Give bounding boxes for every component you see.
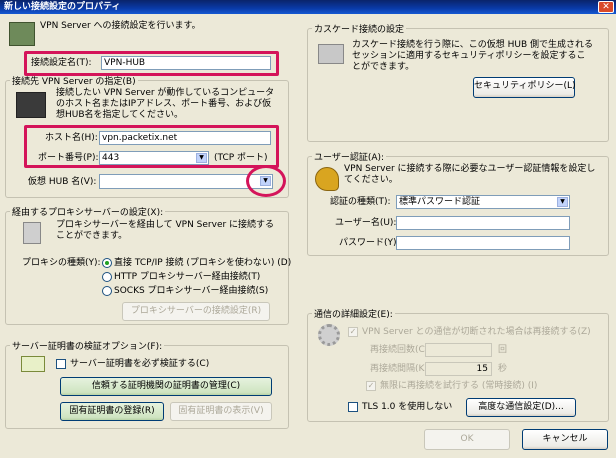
cancel-button[interactable]: キャンセル [522,429,608,450]
proxy-radio-direct[interactable] [102,258,112,268]
proxy-radio-socks[interactable] [102,286,112,296]
cascade-icon [318,44,344,64]
host-label: ホスト名(H): [45,133,98,143]
proxy-server-icon [23,222,41,244]
reconnect-label[interactable]: VPN Server との通信が切断された場合は再接続する(Z) [362,326,591,338]
proxy-type-label: プロキシの種類(Y): [22,258,101,268]
certificate-icon [21,356,45,372]
key-icon [315,167,339,191]
reconnect-interval-label: 再接続間隔(K): [370,364,431,374]
proxy-option-direct[interactable]: 直接 TCP/IP 接続 (プロキシを使わない) (D) [114,257,291,269]
username-input[interactable] [396,216,570,230]
port-note: (TCP ポート) [214,153,268,163]
verify-cert-label[interactable]: サーバー証明書を必ず検証する(C) [70,358,209,370]
port-select[interactable]: 443 ▼ [99,151,209,165]
chevron-down-icon[interactable]: ▼ [196,153,207,163]
register-cert-button[interactable]: 固有証明書の登録(R) [60,402,164,421]
auth-description: VPN Server に接続する際に必要なユーザー認証情報を設定してください。 [344,164,596,185]
reconnect-count-unit: 回 [498,345,508,355]
cascade-group-legend: カスケード接続の設定 [314,25,405,35]
gear-icon [318,324,340,346]
password-label: パスワード(Y): [339,238,400,248]
reconnect-interval-unit: 秒 [498,364,508,374]
intro-text: VPN Server への接続設定を行います。 [40,21,201,31]
tls-label[interactable]: TLS 1.0 を使用しない [362,401,452,413]
proxy-radio-http[interactable] [102,272,112,282]
server-icon [16,92,46,118]
highlight-hub-dropdown [246,165,286,197]
cert-group-legend: サーバー証明書の検証オプション(F): [12,342,163,352]
advanced-settings-button[interactable]: 高度な通信設定(D)... [466,398,576,417]
view-cert-button[interactable]: 固有証明書の表示(V) [170,402,272,421]
auth-group-legend: ユーザー認証(A): [314,153,385,163]
host-input[interactable]: vpn.packetix.net [99,131,271,145]
server-description: 接続したい VPN Server が動作しているコンピュータのホスト名またはIP… [56,88,275,120]
window-title: 新しい接続設定のプロパティ [0,0,616,14]
trusted-ca-button[interactable]: 信頼する証明機関の証明書の管理(C) [60,377,272,396]
proxy-group-legend: 経由するプロキシサーバーの設定(X): [12,208,164,218]
auth-type-select[interactable]: 標準パスワード認証 ▼ [396,195,570,209]
infinite-reconnect-label[interactable]: 無限に再接続を試行する (常時接続) (I) [380,380,537,392]
ok-button[interactable]: OK [424,429,510,450]
close-button[interactable]: ✕ [598,1,614,13]
username-label: ユーザー名(U): [335,218,397,228]
auth-type-label: 認証の種類(T): [330,197,391,207]
proxy-option-http[interactable]: HTTP プロキシサーバー経由接続(T) [114,271,260,283]
password-input[interactable] [396,236,570,250]
reconnect-interval-input[interactable]: 15 [425,362,492,376]
port-value: 443 [102,153,120,163]
verify-cert-checkbox[interactable] [56,359,66,369]
reconnect-count-input[interactable] [425,343,492,357]
security-policy-button[interactable]: セキュリティポリシー(L) [473,77,576,98]
connection-name-label: 接続設定名(T): [31,58,92,68]
auth-type-value: 標準パスワード認証 [399,197,481,207]
proxy-option-socks[interactable]: SOCKS プロキシサーバー経由接続(S) [114,285,268,297]
chevron-down-icon[interactable]: ▼ [557,197,568,207]
proxy-description: プロキシサーバーを経由して VPN Server に接続することができます。 [56,220,275,241]
cascade-description: カスケード接続を行う際に、この仮想 HUB 側で生成されるセッションに適用するセ… [352,40,593,72]
infinite-reconnect-checkbox[interactable]: ✓ [366,381,376,391]
port-label: ポート番号(P): [38,153,99,163]
comm-group-legend: 通信の詳細設定(E): [314,310,393,320]
server-group-legend: 接続先 VPN Server の指定(B) [12,77,136,87]
reconnect-checkbox[interactable]: ✓ [348,327,358,337]
hub-label: 仮想 HUB 名(V): [28,177,97,187]
reconnect-count-label: 再接続回数(C): [370,345,432,355]
connection-name-input[interactable]: VPN-HUB [101,56,271,70]
proxy-config-button[interactable]: プロキシサーバーの接続設定(R) [122,302,270,321]
tls-checkbox[interactable] [348,402,358,412]
vpn-connection-icon [9,22,35,46]
